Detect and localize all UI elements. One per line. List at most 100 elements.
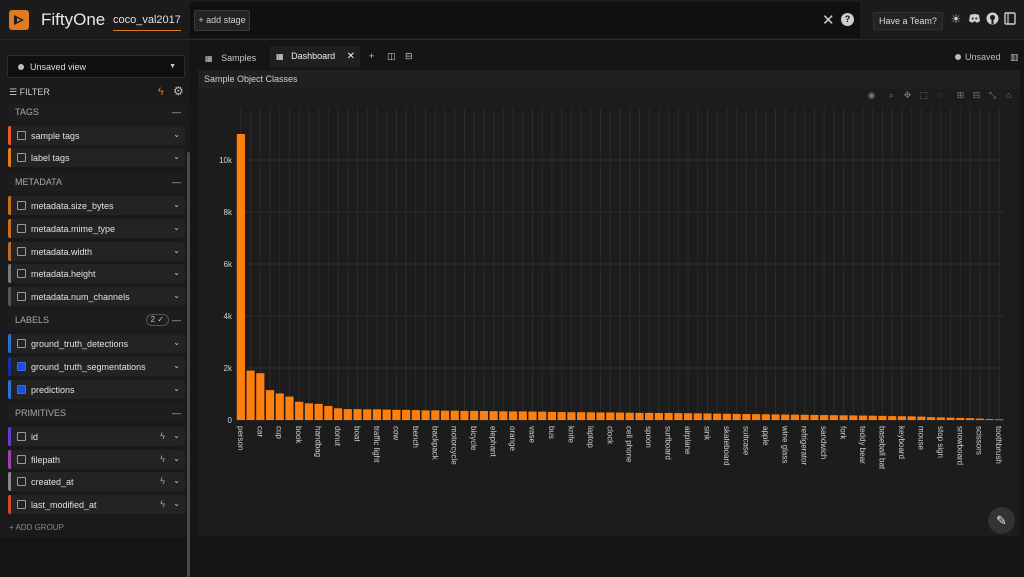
- bar-hair-drier[interactable]: [985, 419, 994, 420]
- add-group-button[interactable]: + ADD GROUP: [9, 523, 64, 532]
- bar-cup[interactable]: [275, 393, 284, 420]
- field-row-primitives[interactable]: filepath ϟ ⌄: [8, 450, 185, 469]
- bar-cell-phone[interactable]: [625, 412, 634, 420]
- bar-bicycle[interactable]: [470, 410, 479, 420]
- split-horizontal-icon[interactable]: ◫: [387, 46, 399, 67]
- bar-bed[interactable]: [810, 414, 819, 420]
- bar-remote[interactable]: [557, 412, 566, 420]
- bar-potted-plant[interactable]: [440, 410, 450, 420]
- bar-suitcase[interactable]: [742, 414, 751, 420]
- field-row-labels[interactable]: ground_truth_detections ⌄: [8, 334, 185, 353]
- collapse-icon[interactable]: —: [172, 404, 181, 422]
- bar-surfboard[interactable]: [664, 412, 673, 420]
- bar-traffic-light[interactable]: [372, 409, 382, 420]
- bar-donut[interactable]: [333, 408, 343, 420]
- group-header-metadata[interactable]: METADATA —: [8, 173, 185, 191]
- bar-baseball-glove[interactable]: [829, 415, 838, 420]
- field-row-metadata[interactable]: metadata.mime_type ⌄: [8, 219, 185, 238]
- chevron-down-icon[interactable]: ⌄: [173, 152, 180, 161]
- bar-keyboard[interactable]: [897, 416, 907, 420]
- bar-cat[interactable]: [752, 414, 761, 420]
- bar-zebra[interactable]: [596, 412, 605, 420]
- bar-sheep[interactable]: [421, 410, 430, 420]
- bar-horse[interactable]: [577, 412, 586, 420]
- close-tab-icon[interactable]: ✕: [347, 51, 355, 62]
- theme-sun-icon[interactable]: ☀: [949, 12, 963, 26]
- bar-hot-dog[interactable]: [868, 415, 877, 420]
- bar-orange[interactable]: [508, 411, 518, 420]
- layout-icon[interactable]: ▥: [1010, 52, 1019, 62]
- bar-laptop[interactable]: [586, 412, 595, 420]
- tab-dashboard[interactable]: ▦ Dashboard ✕: [270, 46, 360, 67]
- bar-cow[interactable]: [392, 409, 401, 420]
- chevron-down-icon[interactable]: ⌄: [173, 291, 180, 300]
- chevron-down-icon[interactable]: ⌄: [173, 361, 180, 370]
- bar-train[interactable]: [771, 414, 780, 420]
- bar-frisbee[interactable]: [888, 416, 897, 420]
- bar-person[interactable]: [236, 134, 245, 420]
- chevron-down-icon[interactable]: ⌄: [173, 476, 180, 485]
- field-row-tags[interactable]: label tags ⌄: [8, 148, 185, 167]
- field-row-labels[interactable]: predictions ⌄: [8, 380, 185, 399]
- bar-tennis-racket[interactable]: [713, 413, 722, 420]
- bar-refrigerator[interactable]: [800, 414, 809, 420]
- field-checkbox[interactable]: [17, 224, 26, 233]
- bar-kite[interactable]: [460, 410, 469, 420]
- field-checkbox[interactable]: [17, 153, 26, 162]
- field-checkbox[interactable]: [17, 477, 26, 486]
- bar-parking-meter[interactable]: [946, 417, 955, 420]
- github-icon[interactable]: [985, 12, 999, 26]
- bar-bench[interactable]: [411, 410, 420, 420]
- field-row-primitives[interactable]: id ϟ ⌄: [8, 427, 185, 446]
- bar-sandwich[interactable]: [820, 415, 829, 420]
- lightning-mode-icon[interactable]: ϟ: [158, 86, 164, 98]
- group-header-primitives[interactable]: PRIMITIVES —: [8, 404, 185, 422]
- bar-banana[interactable]: [382, 409, 391, 420]
- bar-truck[interactable]: [343, 409, 352, 420]
- discord-icon[interactable]: [967, 12, 981, 26]
- field-row-primitives[interactable]: created_at ϟ ⌄: [8, 472, 185, 491]
- field-checkbox[interactable]: [17, 292, 26, 301]
- bar-skateboard[interactable]: [722, 413, 732, 420]
- dataset-selector[interactable]: coco_val2017: [113, 14, 181, 31]
- chevron-down-icon[interactable]: ⌄: [173, 268, 180, 277]
- chevron-down-icon[interactable]: ⌄: [173, 499, 180, 508]
- docs-book-icon[interactable]: [1003, 12, 1017, 26]
- chevron-down-icon[interactable]: ⌄: [173, 130, 180, 139]
- group-header-labels[interactable]: LABELS 2 ✓ —: [8, 311, 185, 329]
- bar-toilet[interactable]: [790, 414, 800, 420]
- bar-dining-table[interactable]: [285, 396, 294, 420]
- bar-airplane[interactable]: [683, 413, 693, 420]
- bar-fork[interactable]: [839, 415, 848, 420]
- bar-handbag[interactable]: [314, 403, 323, 420]
- chevron-down-icon[interactable]: ⌄: [173, 338, 180, 347]
- bar-stop-sign[interactable]: [936, 417, 945, 420]
- bar-bird[interactable]: [324, 405, 333, 420]
- collapse-icon[interactable]: —: [172, 173, 181, 191]
- bar-mouse[interactable]: [917, 416, 926, 420]
- bar-bowl[interactable]: [304, 403, 313, 420]
- bar-oven[interactable]: [849, 415, 858, 420]
- field-row-primitives[interactable]: last_modified_at ϟ ⌄: [8, 495, 185, 514]
- bar-cake[interactable]: [479, 411, 488, 420]
- bar-snowboard[interactable]: [956, 417, 965, 420]
- chevron-down-icon[interactable]: ⌄: [173, 454, 180, 463]
- bar-boat[interactable]: [353, 409, 362, 420]
- chevron-down-icon[interactable]: ⌄: [173, 384, 180, 393]
- chevron-down-icon[interactable]: ⌄: [173, 246, 180, 255]
- bar-tv[interactable]: [518, 411, 527, 420]
- field-row-tags[interactable]: sample tags ⌄: [8, 126, 185, 145]
- field-checkbox[interactable]: [17, 362, 26, 371]
- bar-carrot[interactable]: [402, 409, 411, 420]
- field-row-labels[interactable]: ground_truth_segmentations ⌄: [8, 357, 185, 376]
- bar-skis[interactable]: [674, 413, 683, 420]
- bar-knife[interactable]: [567, 412, 576, 420]
- bar-fire-hydrant[interactable]: [907, 416, 916, 420]
- field-row-metadata[interactable]: metadata.size_bytes ⌄: [8, 196, 185, 215]
- add-tab-icon[interactable]: +: [369, 46, 379, 67]
- field-checkbox[interactable]: [17, 455, 26, 464]
- bar-wine-glass[interactable]: [781, 414, 790, 420]
- field-row-metadata[interactable]: metadata.width ⌄: [8, 242, 185, 261]
- bar-chart[interactable]: 0 2k 4k 6k 8k 10k person car cup book handbag donut…: [198, 90, 1020, 536]
- bar-apple[interactable]: [761, 414, 770, 420]
